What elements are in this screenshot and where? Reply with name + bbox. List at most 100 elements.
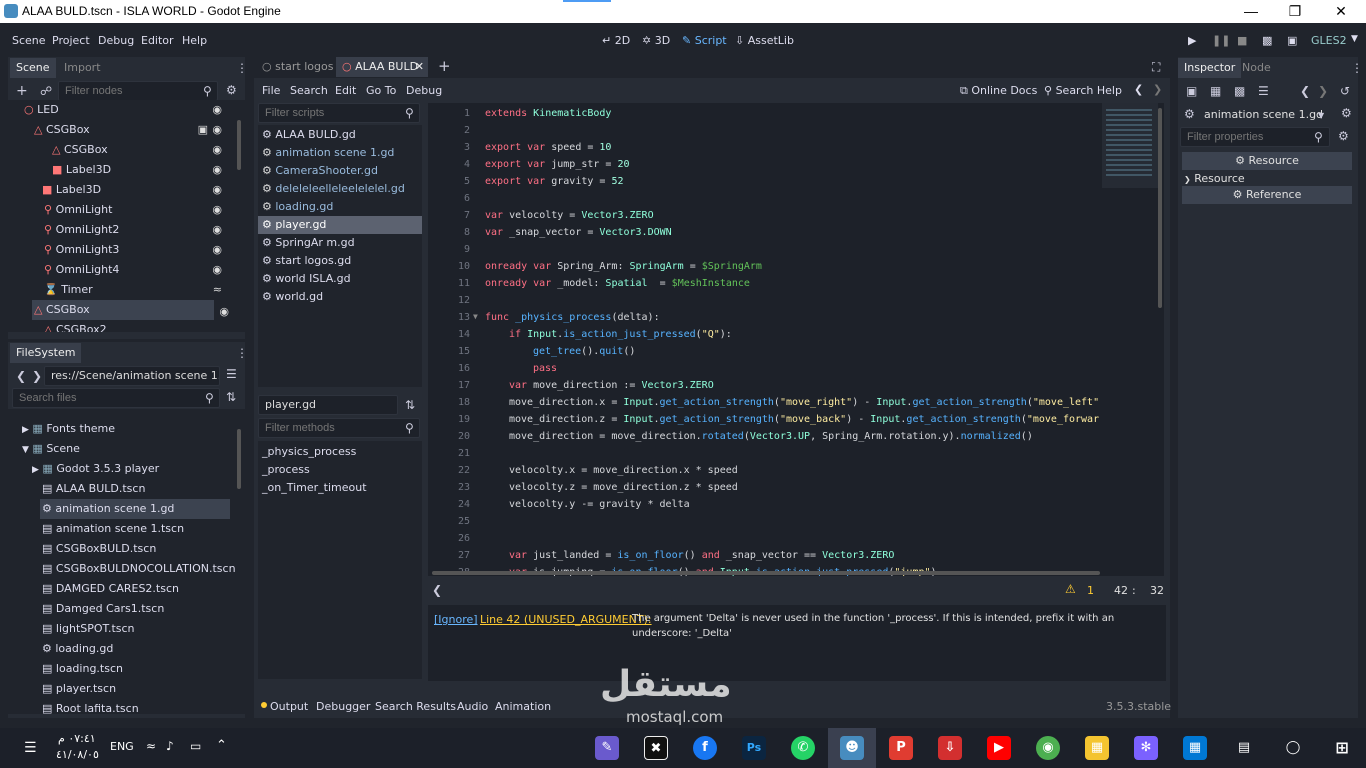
tab-search-results[interactable]: Search Results — [375, 700, 456, 713]
link-icon[interactable]: ☍ — [40, 85, 52, 97]
resource-section-header[interactable]: ⚙ Resource — [1182, 152, 1352, 170]
file-item[interactable]: ▤ CSGBoxBULDNOCOLLATION.tscn — [42, 559, 236, 579]
dock-menu-icon[interactable]: ⋮ — [236, 62, 248, 74]
distraction-free-icon[interactable]: ⛶ — [1152, 61, 1160, 73]
filter-scripts-input[interactable] — [258, 103, 420, 123]
split-mode-icon[interactable]: ☰ — [226, 368, 237, 380]
file-item[interactable]: ▤ loading.tscn — [42, 659, 123, 679]
method-item[interactable]: _on_Timer_timeout — [262, 479, 367, 497]
tab-alaa-buld[interactable]: ○ ALAA BULD ✕ — [336, 57, 428, 77]
tree-node[interactable]: ■ Label3D ◉ — [8, 160, 238, 180]
presenter-icon[interactable]: P — [889, 736, 913, 760]
search-icon[interactable]: ◯ — [1281, 736, 1305, 760]
filter-properties-input[interactable] — [1180, 127, 1330, 147]
load-resource-icon[interactable]: ▦ — [1210, 85, 1221, 97]
visibility-icon[interactable]: ◉ — [212, 240, 222, 260]
script-menu-search[interactable]: Search — [290, 84, 328, 97]
history-forward-icon[interactable]: ❯ — [1318, 85, 1328, 97]
minimize-icon[interactable]: — — [1228, 0, 1274, 23]
youtube-icon[interactable]: ▶ — [987, 736, 1011, 760]
visibility-icon[interactable]: ◉ — [212, 100, 222, 120]
play-custom-icon[interactable]: ▣ — [1287, 34, 1297, 47]
whatsapp-icon[interactable]: ✆ — [791, 736, 815, 760]
menu-project[interactable]: Project — [52, 34, 90, 47]
script-menu-file[interactable]: File — [262, 84, 280, 97]
new-resource-icon[interactable]: ▣ — [1186, 85, 1197, 97]
file-item[interactable]: ▤ ALAA BULD.tscn — [42, 479, 145, 499]
play-scene-icon[interactable]: ▩ — [1262, 34, 1272, 47]
search-files-input[interactable] — [12, 388, 220, 408]
method-item[interactable]: _physics_process — [262, 443, 356, 461]
tree-node[interactable]: ⚲ OmniLight2 ◉ — [8, 220, 238, 240]
search-help-button[interactable]: ⚲ Search Help — [1044, 84, 1122, 97]
script-list-item-selected[interactable]: ⚙ player.gd — [258, 216, 422, 234]
fold-arrow-icon[interactable]: ▼ — [473, 312, 478, 321]
script-list-item[interactable]: ⚙ world.gd — [262, 288, 418, 306]
notification-icon[interactable]: ☰ — [24, 740, 37, 756]
visibility-icon[interactable]: ◉ — [212, 260, 222, 280]
visibility-icon[interactable]: ◉ — [212, 220, 222, 240]
volume-icon[interactable]: ♪ — [166, 739, 174, 753]
folder-item[interactable]: ▼ ▦ Scene — [22, 439, 80, 459]
tab-filesystem[interactable]: FileSystem — [10, 343, 82, 363]
tree-node[interactable]: ■ Label3D ◉ — [8, 180, 238, 200]
task-view-icon[interactable]: ▤ — [1232, 736, 1256, 760]
dock-menu-icon[interactable]: ⋮ — [236, 347, 248, 359]
code-editor[interactable]: 1 2 3 4 5 6 7 8 9 10 11 12 13 14 15 16 1… — [428, 103, 1164, 576]
workspace-script[interactable]: ✎ Script — [682, 34, 727, 47]
script-menu-debug[interactable]: Debug — [406, 84, 442, 97]
history-back-icon[interactable]: ❮ — [1134, 83, 1143, 96]
file-item[interactable]: ▤ Damged Cars1.tscn — [42, 599, 164, 619]
scrollbar[interactable] — [237, 120, 241, 170]
tab-import[interactable]: Import — [58, 58, 107, 78]
history-forward-icon[interactable]: ❯ — [1153, 83, 1162, 96]
script-list-item[interactable]: ⚙ CameraShooter.gd — [262, 162, 418, 180]
tree-node[interactable]: △ CSGBox ◉ — [8, 140, 238, 160]
filter-methods-input[interactable] — [258, 418, 420, 438]
sort-icon[interactable]: ⇅ — [405, 399, 415, 411]
facebook-icon[interactable]: f — [693, 736, 717, 760]
reference-section-header[interactable]: ⚙ Reference — [1182, 186, 1352, 204]
method-item[interactable]: _process — [262, 461, 310, 479]
tab-node[interactable]: Node — [1236, 58, 1277, 78]
warning-line-link[interactable]: Line 42 (UNUSED_ARGUMENT): — [480, 613, 652, 626]
add-node-icon[interactable]: + — [16, 84, 28, 98]
visibility-icon[interactable]: ◉ — [212, 120, 222, 140]
play-icon[interactable]: ▶ — [1188, 34, 1196, 47]
paint-app-icon[interactable]: ✎ — [595, 736, 619, 760]
file-item[interactable]: ▤ lightSPOT.tscn — [42, 619, 135, 639]
stop-icon[interactable]: ■ — [1237, 34, 1247, 47]
tree-node[interactable]: △ CSGBox2 — [8, 320, 238, 332]
capcut-icon[interactable]: ✖ — [644, 736, 668, 760]
battery-icon[interactable]: ▭ — [190, 739, 201, 753]
tab-start-logos[interactable]: ○ start logos — [256, 57, 339, 77]
tab-scene[interactable]: Scene — [10, 58, 56, 78]
windows-start-icon[interactable]: ⊞ — [1330, 736, 1354, 760]
chevron-up-icon[interactable]: ⌃ — [216, 738, 227, 753]
edited-resource[interactable]: animation scene 1.gd — [1204, 108, 1323, 121]
save-resource-icon[interactable]: ▩ — [1234, 85, 1245, 97]
close-tab-icon[interactable]: ✕ — [415, 57, 424, 77]
close-icon[interactable]: ✕ — [1318, 0, 1364, 23]
script-list-item[interactable]: ⚙ ALAA BULD.gd — [262, 126, 418, 144]
file-item[interactable]: ▤ player.tscn — [42, 679, 116, 699]
resource-menu-icon[interactable]: ☰ — [1258, 85, 1269, 97]
script-menu-edit[interactable]: Edit — [335, 84, 356, 97]
tab-inspector[interactable]: Inspector — [1178, 58, 1242, 78]
workspace-2d[interactable]: ↵ 2D — [602, 34, 630, 47]
renderer-select[interactable]: GLES2 — [1311, 34, 1347, 47]
tab-output[interactable]: Output — [270, 700, 308, 713]
visibility-icon[interactable]: ◉ — [212, 180, 222, 200]
file-item[interactable]: ⚙ loading.gd — [42, 639, 113, 659]
history-back-icon[interactable]: ❮ — [1300, 85, 1310, 97]
menu-debug[interactable]: Debug — [98, 34, 134, 47]
maximize-icon[interactable]: ❐ — [1272, 0, 1318, 23]
filter-nodes-input[interactable] — [58, 81, 218, 101]
new-tab-icon[interactable]: + — [438, 59, 451, 74]
file-item[interactable]: ▤ animation scene 1.tscn — [42, 519, 184, 539]
dock-menu-icon[interactable]: ⋮ — [1351, 62, 1363, 74]
script-menu-goto[interactable]: Go To — [366, 84, 396, 97]
file-item[interactable]: ▤ DAMGED CARES2.tscn — [42, 579, 179, 599]
tree-node-selected[interactable]: △ CSGBox — [32, 300, 214, 320]
clock-time[interactable]: ٠٧:٤١ م — [58, 732, 96, 745]
